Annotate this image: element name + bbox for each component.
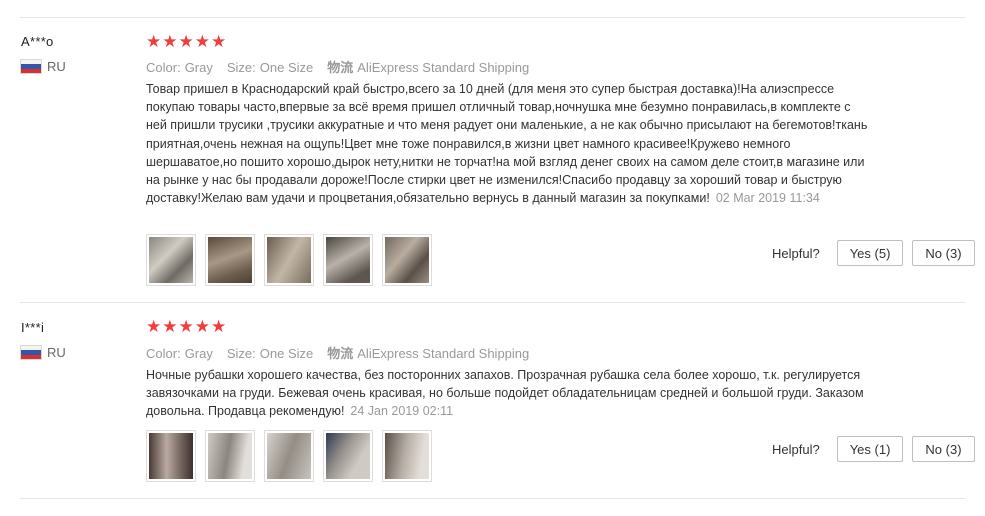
review-photo-thumbnail[interactable]	[146, 234, 196, 286]
review-date: 24 Jan 2019 02:11	[350, 404, 454, 419]
review-photo-thumbnail[interactable]	[323, 430, 373, 482]
helpful-no-button[interactable]: No (3)	[912, 436, 975, 462]
size-value: One Size	[259, 346, 314, 361]
review-photo-thumbnail[interactable]	[205, 234, 255, 286]
color-value: Gray	[184, 346, 213, 361]
review-photo-thumbnail[interactable]	[382, 234, 432, 286]
star-icon: ★★★★★	[146, 32, 228, 51]
review-date: 02 Mar 2019 11:34	[715, 191, 820, 206]
size-value: One Size	[259, 60, 314, 75]
rating-stars: ★★★★★	[146, 33, 227, 50]
review-photo-thumbnail[interactable]	[205, 430, 255, 482]
shipping-label: 物流	[327, 60, 354, 75]
color-value: Gray	[184, 60, 213, 75]
review-photo-thumbnail[interactable]	[382, 430, 432, 482]
country-code: RU	[47, 59, 66, 74]
helpful-yes-button[interactable]: Yes (5)	[836, 240, 904, 266]
helpful-label: Helpful?	[772, 441, 820, 457]
order-info: Color: Gray Size: One Size 物流 AliExpress Stan…	[146, 343, 529, 362]
color-label: Color:	[146, 60, 181, 75]
size-label: Size:	[226, 60, 256, 75]
review-photos	[146, 234, 432, 286]
shipping-value: AliExpress Standard Shipping	[357, 60, 530, 75]
country-code: RU	[47, 345, 66, 360]
review-text-block: Товар пришел в Краснодарский край быстро…	[146, 80, 871, 207]
helpful-vote: Helpful? Yes (1) No (3)	[772, 436, 975, 462]
reviewer-country: RU	[21, 345, 66, 360]
review-photo-thumbnail[interactable]	[146, 430, 196, 482]
review-photo-thumbnail[interactable]	[264, 430, 314, 482]
reviewer-name: I***i	[21, 320, 45, 335]
russia-flag-icon	[21, 346, 41, 359]
review-photo-thumbnail[interactable]	[323, 234, 373, 286]
reviewer-name: A***o	[21, 34, 54, 49]
size-label: Size:	[226, 346, 256, 361]
shipping-value: AliExpress Standard Shipping	[357, 346, 530, 361]
review-text-block: Ночные рубашки хорошего качества, без по…	[146, 366, 871, 421]
review-photo-thumbnail[interactable]	[264, 234, 314, 286]
russia-flag-icon	[21, 60, 41, 73]
helpful-vote: Helpful? Yes (5) No (3)	[772, 240, 975, 266]
shipping-label: 物流	[327, 346, 354, 361]
helpful-label: Helpful?	[772, 245, 820, 261]
helpful-no-button[interactable]: No (3)	[912, 240, 975, 266]
review-photos	[146, 430, 432, 482]
color-label: Color:	[146, 346, 181, 361]
order-info: Color: Gray Size: One Size 物流 AliExpress Stan…	[146, 57, 529, 76]
helpful-yes-button[interactable]: Yes (1)	[836, 436, 904, 462]
review-text: Ночные рубашки хорошего качества, без по…	[146, 368, 864, 419]
review-divider	[20, 302, 965, 303]
rating-stars: ★★★★★	[146, 318, 227, 335]
review-text: Товар пришел в Краснодарский край быстро…	[146, 82, 868, 206]
top-divider	[20, 17, 965, 18]
review-divider	[20, 498, 965, 499]
reviewer-country: RU	[21, 59, 66, 74]
star-icon: ★★★★★	[146, 317, 228, 336]
